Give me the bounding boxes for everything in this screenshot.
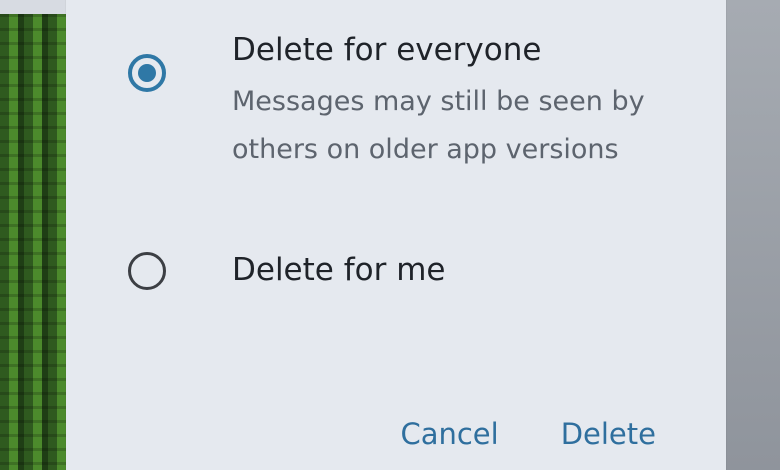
delete-message-dialog: Delete for everyone Messages may still b… (66, 0, 726, 470)
option-description: Messages may still be seen by others on … (232, 86, 645, 165)
option-text-group: Delete for me (232, 248, 702, 292)
dialog-actions: Cancel Delete (400, 414, 656, 454)
radio-button-selected[interactable] (128, 54, 166, 92)
delete-button[interactable]: Delete (561, 414, 656, 454)
background-wallpaper-left (0, 0, 70, 470)
radio-selected-dot (138, 64, 156, 82)
screen: Delete for everyone Messages may still b… (0, 0, 780, 470)
background-right (724, 0, 780, 470)
radio-button-unselected[interactable] (128, 252, 166, 290)
cancel-button[interactable]: Cancel (400, 414, 498, 454)
option-text-group: Delete for everyone Messages may still b… (232, 28, 702, 174)
option-title: Delete for me (232, 252, 446, 288)
option-delete-for-me[interactable]: Delete for me (66, 236, 726, 306)
option-delete-for-everyone[interactable]: Delete for everyone Messages may still b… (66, 20, 726, 180)
option-title: Delete for everyone (232, 32, 542, 68)
background-strip-top-left (0, 0, 70, 14)
